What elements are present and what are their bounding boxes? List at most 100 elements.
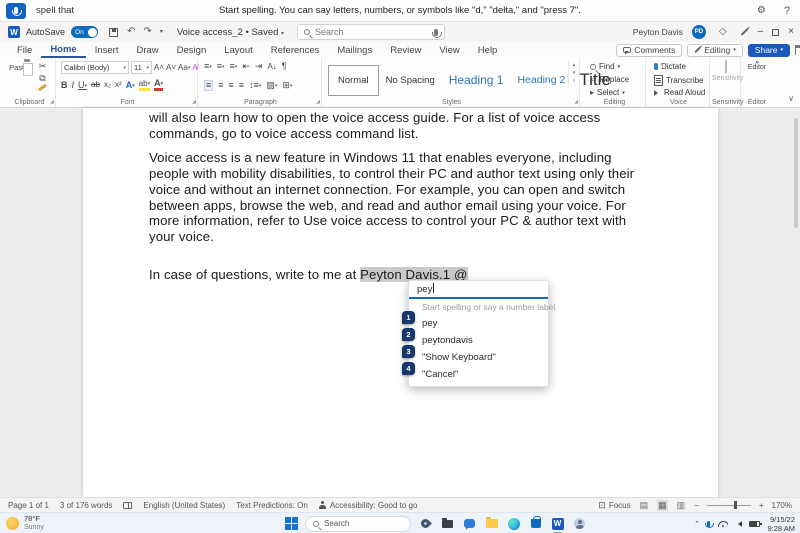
suggestion-item[interactable]: pey (409, 315, 548, 332)
diamond-icon[interactable]: ◇ (719, 27, 727, 37)
restore-button[interactable] (772, 29, 779, 36)
web-layout-icon[interactable]: ▥ (676, 500, 687, 511)
number-label-badge[interactable]: 3 (402, 345, 415, 358)
tray-expand-icon[interactable]: ⌃ (694, 520, 700, 528)
zoom-slider[interactable] (707, 505, 751, 506)
underline-button[interactable]: U▾ (78, 81, 87, 90)
italic-button[interactable]: I (72, 81, 75, 90)
sort-icon[interactable]: A↓ (267, 63, 276, 71)
find-button[interactable]: Find▾ (590, 62, 620, 71)
text-effects-icon[interactable]: A▾ (126, 81, 135, 90)
zoom-out-button[interactable]: − (694, 501, 699, 510)
font-color-icon[interactable]: A▾ (154, 79, 163, 91)
dialog-launcher-icon[interactable]: ◢ (574, 99, 578, 105)
styles-scroll-down-icon[interactable]: ▾ (573, 70, 576, 76)
tab-references[interactable]: References (262, 42, 329, 58)
multilevel-list-icon[interactable]: ≡▾ (230, 62, 238, 71)
font-size-select[interactable]: 11▾ (131, 61, 152, 74)
edge-icon[interactable] (506, 516, 521, 531)
number-label-badge[interactable]: 2 (402, 328, 415, 341)
user-name[interactable]: Peyton Davis (633, 27, 683, 37)
replace-button[interactable]: ⇄Replace (590, 75, 629, 84)
style-no-spacing[interactable]: No Spacing (379, 75, 442, 86)
style-heading-1[interactable]: Heading 1 (442, 73, 511, 87)
subscript-button[interactable]: x₂ (104, 81, 111, 89)
cut-icon[interactable]: ✂ (39, 62, 47, 71)
transcribe-button[interactable]: Transcribe (654, 75, 704, 86)
show-paragraph-marks-icon[interactable]: ¶ (282, 62, 287, 71)
people-app-icon[interactable] (572, 516, 587, 531)
weather-widget[interactable]: 78°FSunny (6, 515, 44, 532)
zoom-level[interactable]: 170% (772, 501, 792, 510)
save-icon[interactable] (109, 28, 118, 37)
teams-chat-icon[interactable] (462, 516, 477, 531)
start-button[interactable] (285, 517, 298, 530)
decrease-indent-icon[interactable]: ⇤ (242, 62, 250, 71)
tab-file[interactable]: File (8, 42, 41, 58)
justify-icon[interactable]: ≡ (239, 81, 244, 90)
read-aloud-button[interactable]: Read Aloud (654, 88, 705, 97)
bullets-icon[interactable]: ≡▾ (204, 62, 212, 71)
tab-insert[interactable]: Insert (86, 42, 128, 58)
voice-access-mic-button[interactable] (6, 3, 26, 19)
suggestion-item[interactable]: "Show Keyboard" (409, 349, 548, 366)
pin-icon[interactable] (795, 45, 796, 55)
editing-mode-button[interactable]: Editing▾ (687, 44, 743, 57)
change-case-icon[interactable]: Aa▾ (178, 64, 190, 72)
borders-icon[interactable]: ⊞▾ (282, 81, 292, 90)
tab-review[interactable]: Review (381, 42, 430, 58)
file-explorer-icon[interactable] (484, 516, 499, 531)
clock[interactable]: 9/15/229:28 AM (767, 515, 795, 533)
autosave-toggle[interactable]: On (71, 26, 98, 38)
grow-font-icon[interactable]: A˄ (154, 64, 164, 72)
tab-layout[interactable]: Layout (215, 42, 262, 58)
increase-indent-icon[interactable]: ⇥ (255, 62, 263, 71)
rocket-app-icon[interactable] (418, 516, 433, 531)
shrink-font-icon[interactable]: A˅ (166, 64, 176, 72)
styles-scroll-up-icon[interactable]: ▴ (573, 62, 576, 68)
numbering-icon[interactable]: ≡▾ (217, 62, 225, 71)
help-button[interactable]: ? (784, 5, 790, 17)
accessibility-status[interactable]: Accessibility: Good to go (319, 501, 418, 510)
wifi-icon[interactable] (717, 520, 728, 527)
pen-icon[interactable] (740, 28, 748, 36)
font-name-select[interactable]: Calibri (Body)▾ (61, 61, 129, 74)
vertical-scrollbar[interactable] (794, 118, 798, 228)
shading-icon[interactable]: ▨▾ (266, 81, 277, 90)
select-button[interactable]: ▸Select▾ (590, 88, 625, 97)
word-count[interactable]: 3 of 176 words (60, 501, 112, 510)
gear-icon[interactable]: ⚙ (757, 6, 766, 16)
suggestion-item[interactable]: peytondavis (409, 332, 548, 349)
tray-mic-icon[interactable] (707, 521, 711, 527)
read-mode-icon[interactable]: ▤ (639, 500, 650, 511)
share-button[interactable]: Share▾ (748, 44, 790, 57)
superscript-button[interactable]: x² (115, 81, 122, 89)
document-page[interactable]: will also learn how to open the voice ac… (83, 108, 718, 497)
clear-formatting-icon[interactable]: A̸ (192, 64, 197, 72)
print-layout-icon[interactable]: ▦ (657, 500, 668, 511)
tab-help[interactable]: Help (469, 42, 507, 58)
battery-icon[interactable] (749, 521, 760, 527)
comments-button[interactable]: Comments (616, 44, 682, 57)
avatar[interactable]: PD (692, 25, 706, 39)
close-button[interactable]: × (788, 27, 794, 37)
align-right-icon[interactable]: ≡ (229, 81, 234, 90)
tab-view[interactable]: View (430, 42, 468, 58)
paste-button[interactable]: Paste ▾ (8, 61, 34, 72)
dictate-button[interactable]: Dictate (654, 62, 686, 71)
document-title[interactable]: Voice access_2 • Saved ▾ (177, 27, 284, 38)
number-label-badge[interactable]: 4 (402, 362, 415, 375)
highlight-color-icon[interactable]: ab▾ (139, 80, 150, 91)
strikethrough-button[interactable]: ab (91, 81, 100, 89)
volume-icon[interactable] (735, 521, 742, 527)
number-label-badge[interactable]: 1 (402, 311, 415, 324)
dialog-launcher-icon[interactable]: ◢ (316, 99, 320, 105)
tab-design[interactable]: Design (168, 42, 216, 58)
dark-folder-app-icon[interactable] (440, 516, 455, 531)
dialog-launcher-icon[interactable]: ◢ (192, 99, 196, 105)
align-left-icon[interactable]: ≡ (204, 80, 213, 91)
style-heading-2[interactable]: Heading 2 (510, 74, 572, 86)
collapse-ribbon-icon[interactable]: ∨ (788, 94, 794, 103)
language-indicator[interactable]: English (United States) (143, 501, 225, 510)
dialog-launcher-icon[interactable]: ◢ (50, 99, 54, 105)
